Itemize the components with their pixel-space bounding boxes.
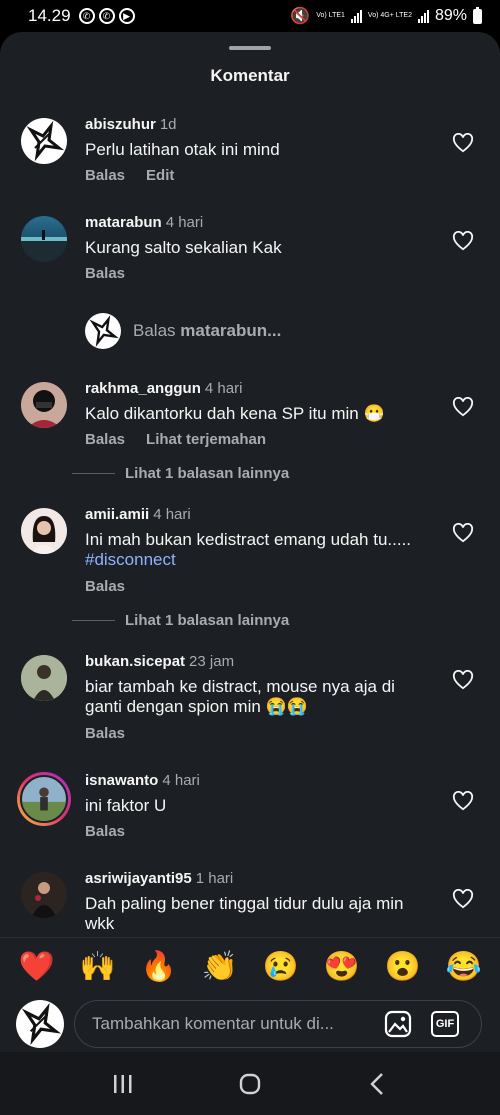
- comment-username[interactable]: amii.amii 4 hari: [85, 506, 191, 523]
- comment-text: Dah paling bener tinggal tidur dulu aja …: [85, 894, 404, 933]
- comment-input-placeholder: Tambahkan komentar untuk di...: [92, 1014, 334, 1033]
- gif-picker-button[interactable]: GIF: [431, 1011, 459, 1037]
- reply-prompt-text: Balas matarabun...: [133, 321, 282, 340]
- whatsapp-icon: ✆: [78, 8, 95, 24]
- own-avatar: [16, 1000, 64, 1048]
- comment-text: Kurang salto sekalian Kak: [85, 238, 282, 257]
- signal-icon-2: [417, 9, 429, 23]
- mute-icon: 🔇: [290, 8, 311, 25]
- lte1-label: Vo) LTE1: [316, 12, 345, 19]
- whatsapp-icon-2: ✆: [98, 8, 115, 24]
- reply-prompt[interactable]: Balas matarabun...: [85, 313, 281, 349]
- fire-emoji-button[interactable]: 🔥: [140, 950, 176, 984]
- emoji-quick-bar: ❤️ 🙌 🔥 👏 😢 😍 😮 😂: [0, 937, 500, 995]
- battery-percent: 89%: [434, 7, 467, 24]
- heart-eyes-emoji-button[interactable]: 😍: [323, 950, 359, 984]
- avatar[interactable]: [21, 655, 67, 701]
- like-heart-icon[interactable]: [452, 133, 474, 153]
- surprised-emoji-button[interactable]: 😮: [384, 950, 420, 984]
- status-bar: 14.29 ✆ ✆ ▶ 🔇 Vo) LTE1 Vo) 4G+ LTE2 89%: [0, 0, 500, 32]
- laughing-emoji-button[interactable]: 😂: [445, 950, 481, 984]
- avatar[interactable]: [21, 118, 67, 164]
- hashtag-link[interactable]: #disconnect: [85, 550, 176, 569]
- comment-text: Perlu latihan otak ini mind: [85, 140, 280, 159]
- story-ring-avatar[interactable]: [17, 772, 71, 826]
- lte2-label: Vo) 4G+ LTE2: [367, 12, 412, 19]
- person-photo-icon: [31, 516, 57, 554]
- like-heart-icon[interactable]: [452, 670, 474, 690]
- comment-username[interactable]: rakhma_anggun 4 hari: [85, 380, 242, 397]
- comment-username[interactable]: matarabun 4 hari: [85, 214, 203, 231]
- sketch-logo-icon: [26, 120, 65, 162]
- comment-text: Ini mah bukan kedistract emang udah tu..…: [85, 530, 412, 569]
- sheet-title: Komentar: [210, 66, 290, 85]
- translate-button[interactable]: Lihat terjemahan: [146, 431, 266, 448]
- reply-button[interactable]: Balas: [85, 167, 125, 184]
- avatar[interactable]: [21, 382, 67, 428]
- avatar[interactable]: [21, 508, 67, 554]
- like-heart-icon[interactable]: [452, 791, 474, 811]
- comment-composer: Tambahkan komentar untuk di... GIF: [0, 995, 500, 1052]
- image-picker-icon[interactable]: [383, 1009, 413, 1039]
- like-heart-icon[interactable]: [452, 231, 474, 251]
- clapping-emoji-button[interactable]: 👏: [201, 950, 237, 984]
- comment-username[interactable]: asriwijayanti95 1 hari: [85, 870, 233, 887]
- home-icon[interactable]: [230, 1064, 270, 1104]
- battery-icon: [473, 6, 482, 24]
- sketch-logo-icon: [21, 1002, 62, 1046]
- comments-sheet: Komentar abiszuhur 1d Perlu latihan otak …: [0, 32, 500, 1052]
- person-photo-icon: [21, 655, 67, 701]
- raising-hands-emoji-button[interactable]: 🙌: [79, 950, 115, 984]
- signal-icon-1: [350, 9, 362, 23]
- reply-button[interactable]: Balas: [85, 578, 125, 595]
- divider-line: [72, 473, 115, 474]
- reply-button[interactable]: Balas: [85, 431, 125, 448]
- comment-username[interactable]: abiszuhur 1d: [85, 116, 177, 133]
- system-nav-bar: [0, 1052, 500, 1115]
- crying-emoji-button[interactable]: 😢: [262, 950, 298, 984]
- comment-input[interactable]: Tambahkan komentar untuk di... GIF: [74, 1000, 482, 1048]
- reply-button[interactable]: Balas: [85, 265, 125, 282]
- reply-button[interactable]: Balas: [85, 725, 125, 742]
- reply-button[interactable]: Balas: [85, 823, 125, 840]
- back-icon[interactable]: [357, 1064, 397, 1104]
- avatar: [20, 775, 68, 823]
- sketch-logo-icon: [89, 315, 119, 347]
- heart-emoji-button[interactable]: ❤️: [18, 950, 54, 984]
- like-heart-icon[interactable]: [452, 523, 474, 543]
- comment-text: Kalo dikantorku dah kena SP itu min 😷: [85, 404, 385, 423]
- landscape-photo-icon: [21, 230, 67, 262]
- person-photo-icon: [31, 882, 57, 918]
- like-heart-icon[interactable]: [452, 889, 474, 909]
- comment-text: biar tambah ke distract, mouse nya aja d…: [85, 677, 395, 716]
- comment-username[interactable]: isnawanto 4 hari: [85, 772, 200, 789]
- youtube-icon: ▶: [118, 8, 135, 24]
- comment-text: ini faktor U: [85, 796, 167, 815]
- avatar[interactable]: [21, 872, 67, 918]
- view-more-replies-button[interactable]: Lihat 1 balasan lainnya: [72, 612, 492, 629]
- recent-apps-icon[interactable]: [103, 1064, 143, 1104]
- avatar: [85, 313, 121, 349]
- like-heart-icon[interactable]: [452, 397, 474, 417]
- person-photo-icon: [22, 787, 66, 821]
- person-photo-icon: [27, 390, 61, 428]
- divider-line: [72, 620, 115, 621]
- avatar[interactable]: [21, 216, 67, 262]
- sheet-drag-handle[interactable]: [229, 46, 271, 50]
- comment-username[interactable]: bukan.sicepat 23 jam: [85, 653, 234, 670]
- edit-button[interactable]: Edit: [146, 167, 174, 184]
- status-time: 14.29: [28, 6, 71, 25]
- view-more-replies-button[interactable]: Lihat 1 balasan lainnya: [72, 465, 492, 482]
